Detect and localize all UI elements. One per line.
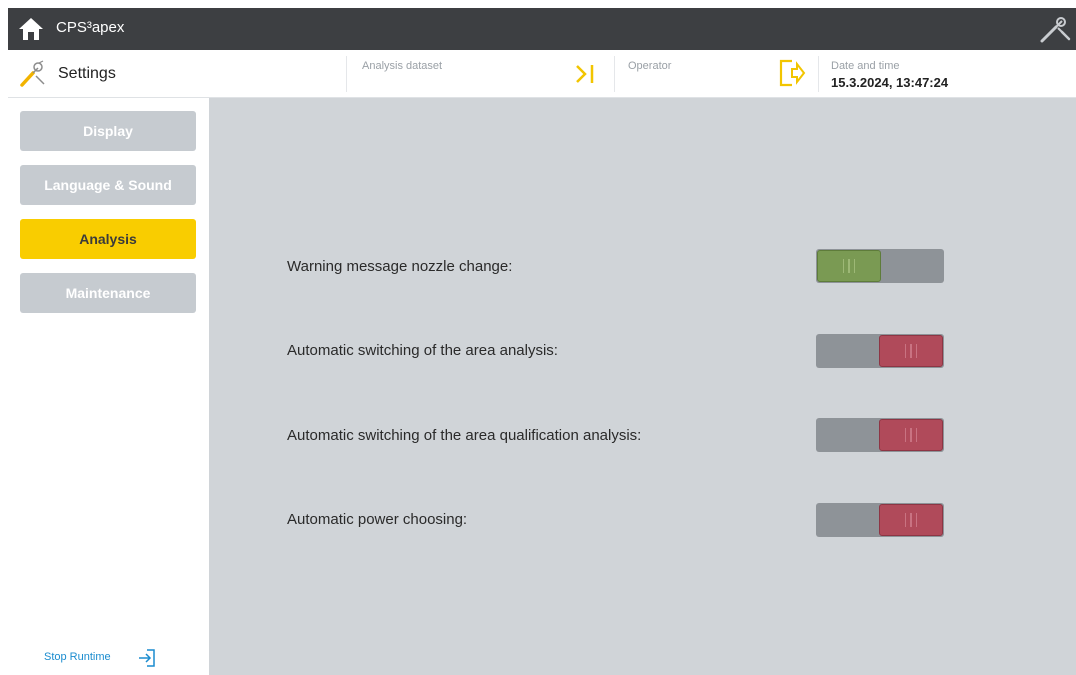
settings-icon [18,58,48,88]
sidebar-item-label: Maintenance [65,285,151,301]
toggle-knob [879,504,943,536]
setting-label-power-choosing: Automatic power choosing: [287,511,468,528]
sidebar-item-analysis[interactable]: Analysis [20,219,196,259]
header-divider [818,56,819,92]
area-qualification-toggle[interactable] [816,418,944,452]
power-choosing-toggle[interactable] [816,503,944,537]
tools-icon[interactable] [1038,14,1072,44]
logout-icon[interactable] [778,58,806,88]
sidebar: Display Language & Sound Analysis Mainte… [8,98,209,675]
datetime-label: Date and time [831,60,900,72]
page-title: Settings [58,65,116,82]
setting-label-area-qualification: Automatic switching of the area qualific… [287,427,642,444]
sidebar-item-display[interactable]: Display [20,111,196,151]
operator-label: Operator [628,60,672,72]
nozzle-warning-toggle[interactable] [816,249,944,283]
header-bar: Settings Analysis dataset Operator Date … [8,50,1076,98]
area-analysis-toggle[interactable] [816,334,944,368]
title-bar: CPS³apex [8,8,1076,50]
header-divider [346,56,347,92]
setting-label-nozzle-warning: Warning message nozzle change: [287,258,513,275]
header-divider [614,56,615,92]
toggle-knob [817,250,881,282]
toggle-knob [879,335,943,367]
datetime-value: 15.3.2024, 13:47:24 [831,75,949,90]
exit-icon[interactable] [138,648,156,668]
setting-label-area-analysis: Automatic switching of the area analysis… [287,342,558,359]
home-icon[interactable] [18,17,44,41]
sidebar-item-label: Analysis [79,231,137,247]
app-title: CPS³apex [56,19,125,36]
stop-runtime-button[interactable]: Stop Runtime [44,651,111,663]
skip-end-icon[interactable] [574,62,598,86]
analysis-settings-panel: Warning message nozzle change: Automatic… [209,98,1076,675]
sidebar-item-label: Language & Sound [44,177,172,193]
sidebar-item-language-sound[interactable]: Language & Sound [20,165,196,205]
sidebar-item-label: Display [83,123,133,139]
toggle-knob [879,419,943,451]
analysis-dataset-label: Analysis dataset [362,60,443,72]
sidebar-item-maintenance[interactable]: Maintenance [20,273,196,313]
